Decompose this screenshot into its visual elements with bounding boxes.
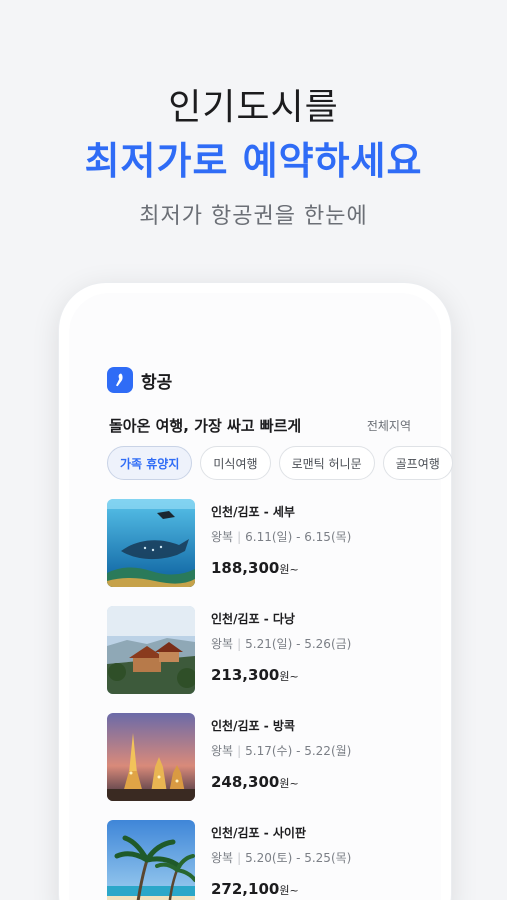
all-regions-link[interactable]: 전체지역	[367, 417, 411, 434]
flight-dates: 왕복 | 5.20(토) - 5.25(목)	[211, 851, 352, 865]
app-header: 항공	[107, 367, 172, 393]
flight-dates: 왕복 | 5.17(수) - 5.22(월)	[211, 744, 352, 758]
flight-list: 인천/김포 - 세부 왕복 | 6.11(일) - 6.15(목) 188,300원…	[107, 499, 427, 900]
cebu-photo	[107, 499, 195, 587]
flight-price: 248,300원~	[211, 773, 299, 791]
saipan-photo	[107, 820, 195, 900]
danang-photo	[107, 606, 195, 694]
bangkok-photo	[107, 713, 195, 801]
flight-item-saipan[interactable]: 인천/김포 - 사이판 왕복 | 5.20(토) - 5.25(목) 272,100…	[107, 820, 427, 900]
flight-dates: 왕복 | 5.21(일) - 5.26(금)	[211, 637, 352, 651]
chip-gourmet-trip[interactable]: 미식여행	[200, 446, 271, 480]
chip-family-resort[interactable]: 가족 휴양지	[107, 446, 193, 480]
promo-highlight: 최저가로 예약하세요	[84, 139, 423, 183]
flight-route: 인천/김포 - 사이판	[211, 826, 306, 840]
flight-price: 188,300원~	[211, 559, 299, 577]
section-title: 돌아온 여행, 가장 싸고 빠르게	[109, 417, 302, 435]
flight-dates: 왕복 | 6.11(일) - 6.15(목)	[211, 530, 352, 544]
flight-route: 인천/김포 - 세부	[211, 505, 295, 519]
category-chips: 가족 휴양지 미식여행 로맨틱 허니문 골프여행	[107, 446, 453, 480]
flight-route: 인천/김포 - 방콕	[211, 719, 295, 733]
chip-romantic-honeymoon[interactable]: 로맨틱 허니문	[278, 446, 375, 480]
airplane-app-icon	[107, 367, 133, 393]
flight-item-danang[interactable]: 인천/김포 - 다낭 왕복 | 5.21(일) - 5.26(금) 213,300원…	[107, 606, 427, 713]
flight-item-cebu[interactable]: 인천/김포 - 세부 왕복 | 6.11(일) - 6.15(목) 188,300원…	[107, 499, 427, 606]
flight-price: 213,300원~	[211, 666, 299, 684]
flight-route: 인천/김포 - 다낭	[211, 612, 295, 626]
promo-subtitle: 최저가 항공권을 한눈에	[139, 204, 368, 229]
app-screen: 항공 돌아온 여행, 가장 싸고 빠르게 전체지역 가족 휴양지 미식여행 로맨…	[69, 293, 453, 900]
promo-headline: 인기도시를	[168, 87, 339, 128]
flight-item-bangkok[interactable]: 인천/김포 - 방콕 왕복 | 5.17(수) - 5.22(월) 248,300원…	[107, 713, 427, 820]
flight-price: 272,100원~	[211, 880, 299, 898]
phone-frame: 항공 돌아온 여행, 가장 싸고 빠르게 전체지역 가족 휴양지 미식여행 로맨…	[58, 282, 453, 900]
chip-golf-trip[interactable]: 골프여행	[382, 446, 453, 480]
app-title: 항공	[141, 372, 173, 393]
